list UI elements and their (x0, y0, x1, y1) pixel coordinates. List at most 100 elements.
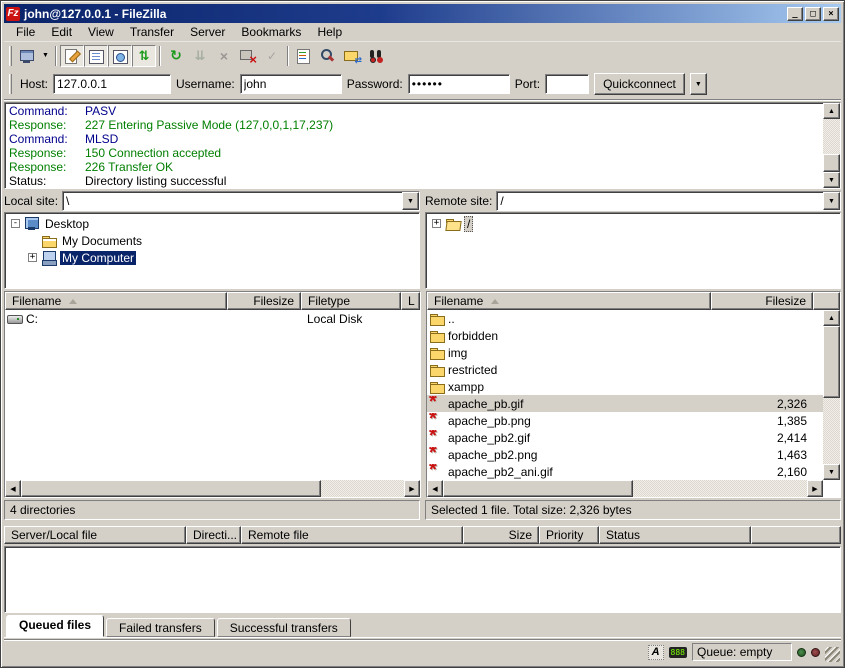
menu-server[interactable]: Server (182, 23, 233, 41)
scroll-left-icon[interactable]: ◀ (427, 480, 443, 497)
file-name: xampp (448, 380, 484, 394)
tree-item[interactable]: -Desktop (5, 215, 419, 232)
reconnect-button[interactable] (260, 45, 284, 67)
local-horizontal-scrollbar[interactable]: ◀ ▶ (5, 480, 420, 497)
find-files-button[interactable] (364, 45, 388, 67)
remote-vertical-scrollbar[interactable]: ▲ ▼ (823, 310, 840, 480)
log-scroll-thumb[interactable] (823, 154, 840, 172)
disconnect-button[interactable] (236, 45, 260, 67)
username-input[interactable] (240, 74, 342, 94)
scroll-right-icon[interactable]: ▶ (404, 480, 420, 497)
transfer-type-icon[interactable]: A (648, 645, 664, 660)
site-manager-dropdown-button[interactable]: ▼ (39, 45, 52, 67)
toggle-message-log-button[interactable] (60, 45, 84, 67)
expand-plus-icon[interactable]: + (28, 253, 37, 262)
chevron-down-icon[interactable]: ▼ (402, 192, 419, 210)
menu-transfer[interactable]: Transfer (122, 23, 182, 41)
menu-view[interactable]: View (80, 23, 122, 41)
column-header-filesize[interactable]: Filesize (227, 292, 301, 310)
column-header-size[interactable]: Size (463, 526, 539, 544)
compare-directories-button[interactable] (316, 45, 340, 67)
column-header-remote-file[interactable]: Remote file (241, 526, 463, 544)
toolbar-grip[interactable] (9, 46, 12, 66)
tree-item[interactable]: My Documents (5, 232, 419, 249)
column-header-l[interactable]: L (401, 292, 420, 310)
desktop-icon (24, 216, 40, 231)
file-row[interactable]: apache_pb.gif2,326 (427, 395, 823, 412)
toggle-transfer-queue-button[interactable] (132, 45, 156, 67)
quickconnect-button[interactable]: Quickconnect (594, 73, 685, 95)
site-manager-button[interactable] (15, 45, 39, 67)
column-header-filesize[interactable]: Filesize (711, 292, 813, 310)
log-message: 150 Connection accepted (85, 146, 221, 160)
tab-successful-transfers[interactable]: Successful transfers (217, 618, 351, 637)
file-row[interactable]: apache_pb.png1,385 (427, 412, 823, 429)
column-header-priority[interactable]: Priority (539, 526, 599, 544)
host-input[interactable] (53, 74, 171, 94)
log-vertical-scrollbar[interactable]: ▲ ▼ (823, 103, 840, 188)
file-row[interactable]: xampp (427, 378, 823, 395)
remote-hscroll-thumb[interactable] (443, 480, 633, 497)
toggle-local-tree-button[interactable] (84, 45, 108, 67)
maximize-button[interactable]: □ (805, 7, 821, 21)
local-hscroll-thumb[interactable] (21, 480, 321, 497)
local-site-combo[interactable]: \ ▼ (62, 191, 420, 211)
synchronized-browsing-button[interactable] (340, 45, 364, 67)
column-header-filler (813, 292, 840, 310)
expand-plus-icon[interactable]: + (432, 219, 441, 228)
toolbar: ▼ (4, 42, 841, 69)
file-row[interactable]: apache_pb2_ani.gif2,160 (427, 463, 823, 480)
menu-edit[interactable]: Edit (43, 23, 80, 41)
toolbar-grip[interactable] (9, 74, 12, 94)
refresh-button[interactable] (164, 45, 188, 67)
file-row[interactable]: apache_pb2.gif2,414 (427, 429, 823, 446)
column-header-directi[interactable]: Directi... (186, 526, 241, 544)
file-row[interactable]: C:Local Disk (5, 310, 420, 327)
menu-bookmarks[interactable]: Bookmarks (233, 23, 309, 41)
process-queue-button[interactable] (188, 45, 212, 67)
column-header-filetype[interactable]: Filetype (301, 292, 401, 310)
status-bar: A 888 Queue: empty (4, 639, 841, 664)
file-row[interactable]: img (427, 344, 823, 361)
menu-file[interactable]: File (8, 23, 43, 41)
password-input[interactable] (408, 74, 510, 94)
tree-item[interactable]: +My Computer (5, 249, 419, 266)
port-input[interactable] (545, 74, 589, 94)
close-button[interactable]: × (823, 7, 839, 21)
log-message: MLSD (85, 132, 118, 146)
file-row[interactable]: apache_pb2.png1,463 (427, 446, 823, 463)
scroll-left-icon[interactable]: ◀ (5, 480, 21, 497)
remote-site-combo[interactable]: / ▼ (496, 191, 841, 211)
tab-failed-transfers[interactable]: Failed transfers (106, 618, 215, 637)
scroll-right-icon[interactable]: ▶ (807, 480, 823, 497)
minimize-button[interactable]: _ (787, 7, 803, 21)
column-header-filename[interactable]: Filename (427, 292, 711, 310)
column-header-filename[interactable]: Filename (5, 292, 227, 310)
column-header-status[interactable]: Status (599, 526, 751, 544)
tree-item[interactable]: +/ (426, 215, 840, 232)
chevron-down-icon[interactable]: ▼ (823, 192, 840, 210)
menu-help[interactable]: Help (309, 23, 350, 41)
file-row[interactable]: restricted (427, 361, 823, 378)
speed-limit-icon[interactable]: 888 (669, 647, 687, 658)
remote-horizontal-scrollbar[interactable]: ◀ ▶ (427, 480, 823, 497)
title-bar[interactable]: Fz john@127.0.0.1 - FileZilla _ □ × (4, 4, 841, 23)
scroll-down-icon[interactable]: ▼ (823, 172, 840, 188)
toggle-remote-tree-button[interactable] (108, 45, 132, 67)
filelist-filter-button[interactable] (292, 45, 316, 67)
collapse-minus-icon[interactable]: - (11, 219, 20, 228)
tab-queued-files[interactable]: Queued files (6, 615, 104, 637)
resize-grip[interactable] (825, 647, 840, 662)
scroll-up-icon[interactable]: ▲ (823, 310, 840, 326)
file-row[interactable]: forbidden (427, 327, 823, 344)
tree-panes: Local site: \ ▼ -DesktopMy Documents+My … (4, 191, 841, 289)
scroll-down-icon[interactable]: ▼ (823, 464, 840, 480)
quickconnect-dropdown-button[interactable]: ▼ (690, 73, 707, 95)
remote-vscroll-thumb[interactable] (823, 326, 840, 398)
column-header-server-local-file[interactable]: Server/Local file (4, 526, 186, 544)
log-prefix: Command: (9, 104, 85, 118)
toolbar-separator (55, 46, 57, 66)
file-row[interactable]: .. (427, 310, 823, 327)
scroll-up-icon[interactable]: ▲ (823, 103, 840, 119)
cancel-operation-button[interactable] (212, 45, 236, 67)
